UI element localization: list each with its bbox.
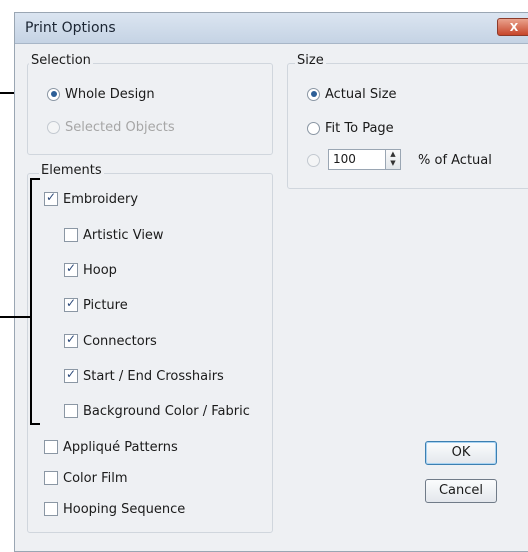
checkbox-hooping-sequence[interactable]: Hooping Sequence — [44, 499, 185, 519]
radio-icon[interactable] — [307, 153, 320, 167]
percent-input[interactable]: 100 — [328, 149, 386, 170]
checkbox-icon[interactable] — [44, 471, 58, 485]
checkbox-icon[interactable] — [64, 296, 78, 312]
callout-bracket-bottom — [30, 423, 40, 425]
cancel-button[interactable]: Cancel — [425, 479, 497, 503]
percent-of-actual-text: % of Actual — [413, 150, 492, 170]
checkbox-label: Color Film — [63, 470, 128, 486]
selection-group — [27, 63, 273, 155]
whole-design-label: Whole Design — [65, 86, 155, 102]
checkbox-applique-patterns[interactable]: Appliqué Patterns — [44, 437, 178, 457]
checkbox-icon[interactable] — [44, 502, 58, 516]
checkbox-embroidery[interactable]: Embroidery — [44, 189, 138, 209]
radio-actual-size[interactable]: Actual Size — [307, 84, 397, 104]
radio-fit-to-page[interactable]: Fit To Page — [307, 118, 394, 138]
checkbox-icon[interactable] — [44, 440, 58, 454]
checkbox-label: Background Color / Fabric — [83, 403, 250, 419]
title-bar: Print Options X — [15, 13, 528, 44]
dialog-title: Print Options — [25, 20, 116, 36]
callout-bracket-top — [30, 178, 40, 180]
close-icon[interactable]: X — [497, 18, 528, 36]
ok-button[interactable]: OK — [425, 441, 497, 465]
checkbox-label: Artistic View — [83, 227, 164, 243]
checkbox-connectors[interactable]: Connectors — [64, 331, 157, 351]
checkbox-label: Embroidery — [63, 191, 139, 207]
radio-whole-design[interactable]: Whole Design — [47, 84, 155, 104]
print-options-dialog: Print Options X Selection Whole Design S… — [14, 12, 528, 552]
checkbox-label: Hooping Sequence — [63, 501, 186, 517]
checkbox-label: Start / End Crosshairs — [83, 368, 224, 384]
checkbox-hoop[interactable]: Hoop — [64, 260, 117, 280]
radio-selected-objects: Selected Objects — [47, 117, 175, 137]
spin-up-icon[interactable]: ▲ — [386, 150, 400, 159]
radio-icon[interactable] — [307, 121, 320, 135]
checkbox-label: Connectors — [83, 333, 157, 349]
checkbox-icon[interactable] — [64, 367, 78, 383]
percent-spinner[interactable]: ▲ ▼ — [385, 149, 401, 170]
checkbox-icon[interactable] — [44, 190, 58, 206]
checkbox-icon[interactable] — [64, 332, 78, 348]
checkbox-start-end-crosshairs[interactable]: Start / End Crosshairs — [64, 366, 224, 386]
selected-objects-label: Selected Objects — [65, 119, 175, 135]
radio-icon[interactable] — [307, 87, 320, 101]
selection-label: Selection — [29, 53, 93, 68]
checkbox-icon[interactable] — [64, 261, 78, 277]
callout-bracket-vertical — [30, 178, 32, 424]
checkbox-background-color[interactable]: Background Color / Fabric — [64, 401, 250, 421]
checkbox-picture[interactable]: Picture — [64, 295, 128, 315]
actual-size-label: Actual Size — [325, 86, 397, 102]
radio-icon[interactable] — [47, 87, 60, 101]
percent-label: % of Actual — [418, 152, 492, 168]
radio-percent-actual[interactable] — [307, 150, 320, 170]
size-label: Size — [295, 53, 326, 68]
checkbox-color-film[interactable]: Color Film — [44, 468, 128, 488]
elements-label: Elements — [39, 163, 104, 178]
radio-icon — [47, 120, 60, 134]
checkbox-icon[interactable] — [64, 228, 78, 242]
checkbox-label: Appliqué Patterns — [63, 439, 178, 455]
fit-to-page-label: Fit To Page — [325, 120, 394, 136]
spin-down-icon[interactable]: ▼ — [386, 159, 400, 168]
checkbox-icon[interactable] — [64, 404, 78, 418]
checkbox-label: Hoop — [83, 262, 117, 278]
checkbox-artistic-view[interactable]: Artistic View — [64, 225, 164, 245]
checkbox-label: Picture — [83, 297, 128, 313]
callout-bracket-pointer — [0, 316, 31, 318]
